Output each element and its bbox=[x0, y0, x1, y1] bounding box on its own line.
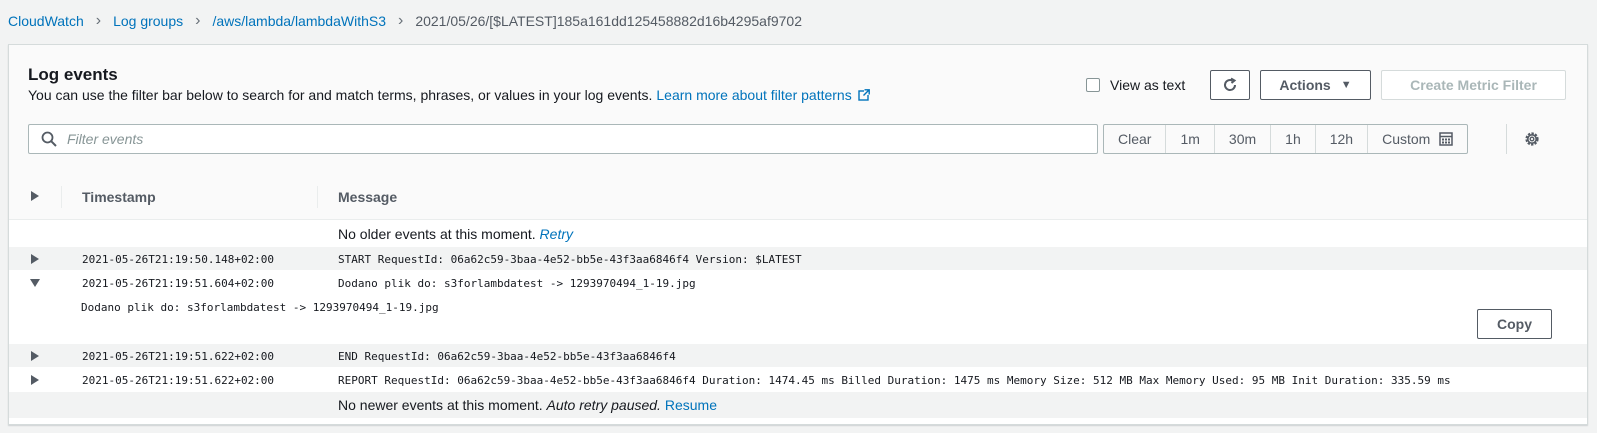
collapse-triangle-icon[interactable] bbox=[30, 279, 40, 287]
row-timestamp: 2021-05-26T21:19:51.622+02:00 bbox=[82, 374, 275, 387]
column-divider bbox=[317, 186, 318, 208]
range-1m[interactable]: 1m bbox=[1165, 125, 1213, 153]
clear-button[interactable]: Clear bbox=[1104, 125, 1165, 153]
actions-dropdown-button[interactable]: Actions ▼ bbox=[1260, 70, 1371, 100]
resume-link[interactable]: Resume bbox=[665, 397, 717, 413]
learn-more-link[interactable]: Learn more about filter patterns bbox=[656, 87, 870, 103]
chevron-right-icon: › bbox=[398, 12, 404, 29]
breadcrumb-log-groups[interactable]: Log groups bbox=[113, 13, 183, 29]
page-title: Log events bbox=[28, 65, 118, 84]
column-message[interactable]: Message bbox=[338, 189, 397, 205]
copy-button[interactable]: Copy bbox=[1477, 309, 1552, 339]
view-as-text-toggle[interactable]: View as text bbox=[1086, 77, 1185, 93]
expanded-message-text: Dodano plik do: s3forlambdatest -> 12939… bbox=[81, 301, 439, 314]
preferences-area bbox=[1506, 124, 1541, 154]
expand-all-triangle-icon[interactable] bbox=[31, 191, 39, 201]
breadcrumb-current-stream: 2021/05/26/[$LATEST]185a161dd125458882d1… bbox=[415, 13, 802, 29]
row-message: START RequestId: 06a62c59-3baa-4e52-bb5e… bbox=[338, 253, 802, 266]
table-row[interactable]: 2021-05-26T21:19:51.622+02:00 REPORT Req… bbox=[9, 368, 1587, 391]
description-text: You can use the filter bar below to sear… bbox=[28, 87, 653, 103]
chevron-right-icon: › bbox=[195, 12, 201, 29]
breadcrumb: CloudWatch › Log groups › /aws/lambda/la… bbox=[8, 11, 802, 31]
no-newer-text: No newer events at this moment. bbox=[338, 397, 543, 413]
no-older-row: No older events at this moment. Retry bbox=[9, 220, 1587, 246]
actions-label: Actions bbox=[1279, 77, 1331, 93]
row-message: REPORT RequestId: 06a62c59-3baa-4e52-bb5… bbox=[338, 374, 1451, 387]
breadcrumb-log-group[interactable]: /aws/lambda/lambdaWithS3 bbox=[212, 13, 386, 29]
caret-down-icon: ▼ bbox=[1340, 79, 1352, 91]
learn-more-label: Learn more about filter patterns bbox=[656, 87, 852, 103]
table-row[interactable]: 2021-05-26T21:19:50.148+02:00 START Requ… bbox=[9, 247, 1587, 270]
no-older-text: No older events at this moment. bbox=[338, 226, 536, 242]
panel-header: Log events You can use the filter bar be… bbox=[9, 45, 1587, 175]
table-header: Timestamp Message bbox=[9, 174, 1587, 220]
row-message: Dodano plik do: s3forlambdatest -> 12939… bbox=[338, 277, 696, 290]
table-row-expanded[interactable]: 2021-05-26T21:19:51.604+02:00 Dodano pli… bbox=[9, 271, 1587, 343]
no-newer-row: No newer events at this moment. Auto ret… bbox=[9, 392, 1587, 418]
table-row[interactable]: 2021-05-26T21:19:51.622+02:00 END Reques… bbox=[9, 344, 1587, 367]
calendar-icon bbox=[1439, 132, 1454, 146]
external-link-icon bbox=[858, 89, 870, 101]
row-message: END RequestId: 06a62c59-3baa-4e52-bb5e-4… bbox=[338, 350, 676, 363]
panel-description: You can use the filter bar below to sear… bbox=[28, 87, 870, 103]
auto-retry-text: Auto retry paused. bbox=[546, 397, 661, 413]
row-timestamp: 2021-05-26T21:19:50.148+02:00 bbox=[82, 253, 275, 266]
range-12h[interactable]: 12h bbox=[1314, 125, 1367, 153]
row-timestamp: 2021-05-26T21:19:51.604+02:00 bbox=[82, 277, 275, 290]
log-events-panel: Log events You can use the filter bar be… bbox=[8, 44, 1588, 425]
expand-triangle-icon[interactable] bbox=[31, 375, 39, 385]
column-timestamp[interactable]: Timestamp bbox=[82, 189, 156, 205]
search-icon bbox=[41, 131, 57, 147]
expand-triangle-icon[interactable] bbox=[31, 351, 39, 361]
column-divider bbox=[61, 186, 62, 208]
filter-bar bbox=[28, 124, 1098, 154]
breadcrumb-cloudwatch[interactable]: CloudWatch bbox=[8, 13, 84, 29]
range-30m[interactable]: 30m bbox=[1213, 125, 1270, 153]
refresh-icon bbox=[1224, 77, 1237, 91]
view-as-text-label: View as text bbox=[1110, 77, 1186, 93]
filter-events-input[interactable] bbox=[65, 130, 1049, 148]
no-older-message: No older events at this moment. Retry bbox=[338, 226, 573, 242]
custom-label: Custom bbox=[1382, 131, 1431, 147]
view-as-text-checkbox[interactable] bbox=[1086, 78, 1100, 92]
range-custom[interactable]: Custom bbox=[1367, 125, 1467, 153]
range-1h[interactable]: 1h bbox=[1270, 125, 1315, 153]
chevron-right-icon: › bbox=[95, 12, 102, 29]
gear-icon[interactable] bbox=[1523, 130, 1541, 148]
create-metric-filter-button[interactable]: Create Metric Filter bbox=[1381, 70, 1566, 100]
refresh-button[interactable] bbox=[1210, 70, 1250, 100]
time-range-selector: Clear 1m 30m 1h 12h Custom bbox=[1103, 124, 1469, 154]
no-newer-message: No newer events at this moment. Auto ret… bbox=[338, 397, 717, 413]
row-timestamp: 2021-05-26T21:19:51.622+02:00 bbox=[82, 350, 275, 363]
retry-link[interactable]: Retry bbox=[540, 226, 573, 242]
expand-triangle-icon[interactable] bbox=[31, 254, 39, 264]
